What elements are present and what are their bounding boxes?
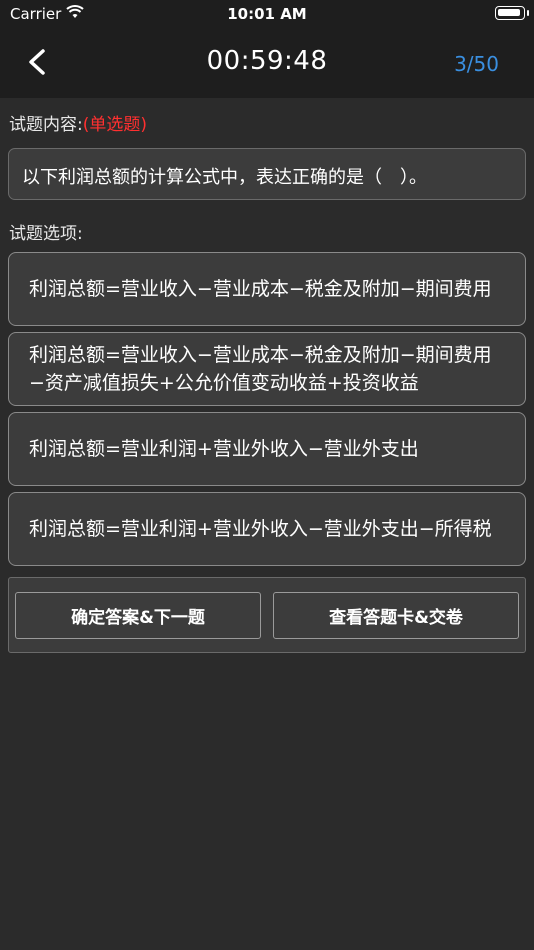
question-text-box: 以下利润总额的计算公式中，表达正确的是（ ）。 bbox=[8, 148, 526, 200]
option-d[interactable]: 利润总额=营业利润+营业外收入−营业外支出−所得税 bbox=[8, 492, 526, 566]
battery-icon bbox=[495, 6, 525, 20]
question-content-label: 试题内容:(单选题) bbox=[9, 110, 147, 135]
option-b[interactable]: 利润总额=营业收入−营业成本−税金及附加−期间费用−资产减值损失+公允价值变动收… bbox=[8, 332, 526, 406]
question-type-label: (单选题) bbox=[82, 115, 147, 135]
question-progress[interactable]: 3/50 bbox=[454, 52, 499, 76]
options-label: 试题选项: bbox=[9, 224, 83, 244]
option-a[interactable]: 利润总额=营业收入−营业成本−税金及附加−期间费用 bbox=[8, 252, 526, 326]
option-c[interactable]: 利润总额=营业利润+营业外收入−营业外支出 bbox=[8, 412, 526, 486]
battery-tip bbox=[527, 10, 529, 16]
status-time: 10:01 AM bbox=[227, 5, 307, 23]
confirm-next-button[interactable]: 确定答案&下一题 bbox=[15, 592, 261, 639]
answer-card-submit-button[interactable]: 查看答题卡&交卷 bbox=[273, 592, 519, 639]
content-label-text: 试题内容: bbox=[9, 115, 83, 135]
action-panel: 确定答案&下一题 查看答题卡&交卷 bbox=[8, 577, 526, 653]
navigation-bar: Carrier 10:01 AM 00:59:48 3/50 bbox=[0, 0, 534, 98]
